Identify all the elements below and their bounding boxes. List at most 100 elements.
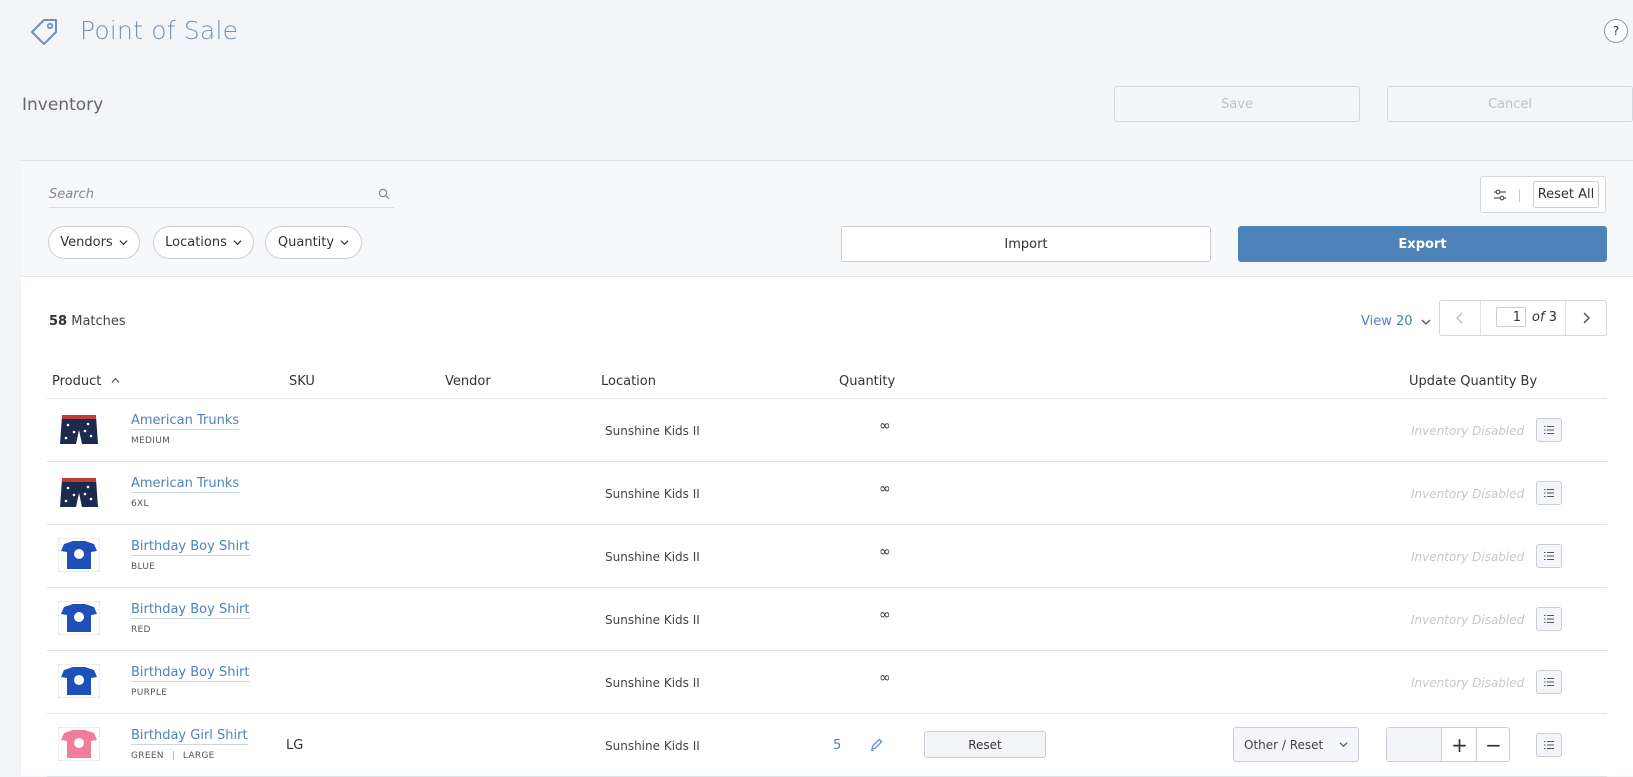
variant-color: GREEN [131, 751, 164, 761]
page-of-label: of [1532, 310, 1545, 325]
divider [1519, 189, 1520, 202]
column-header-product-label: Product [52, 374, 102, 389]
filter-tools: Reset All [1480, 176, 1606, 213]
plus-icon[interactable]: + [1443, 728, 1477, 761]
app-title: Point of Sale [80, 16, 239, 45]
row-menu-button[interactable] [1536, 544, 1562, 568]
divider [172, 751, 174, 760]
product-variant: PURPLE [131, 688, 168, 698]
pagination: of 3 [1439, 300, 1607, 336]
row-menu-button[interactable] [1536, 670, 1562, 694]
product-thumbnail [58, 538, 100, 572]
row-menu-button[interactable] [1536, 481, 1562, 505]
reset-all-button[interactable]: Reset All [1533, 181, 1599, 208]
product-thumbnail [58, 475, 100, 509]
location-value: Sunshine Kids II [605, 424, 700, 438]
sku-value: LG [286, 738, 304, 753]
previous-page-button[interactable] [1440, 301, 1481, 335]
table-row: Birthday Boy Shirt RED Sunshine Kids II ∞ In… [47, 587, 1607, 651]
product-variant: GREEN LARGE [131, 751, 215, 761]
page-number-input[interactable] [1496, 307, 1526, 327]
row-menu-button[interactable] [1536, 607, 1562, 631]
quantity-stepper: + − [1386, 727, 1510, 762]
table-row: American Trunks MEDIUM Sunshine Kids II ∞ In… [47, 398, 1607, 462]
product-thumbnail [58, 664, 100, 698]
product-name-link[interactable]: American Trunks [131, 413, 240, 430]
product-name-link[interactable]: Birthday Boy Shirt [131, 665, 250, 682]
locations-filter-label: Locations [165, 235, 227, 250]
location-value: Sunshine Kids II [605, 487, 700, 501]
product-name-link[interactable]: Birthday Girl Shirt [131, 728, 248, 745]
sliders-icon[interactable] [1493, 188, 1507, 202]
product-variant: BLUE [131, 562, 156, 572]
list-icon [1544, 426, 1554, 434]
page-total: of 3 [1532, 310, 1557, 325]
product-thumbnail [58, 412, 100, 446]
row-menu-button[interactable] [1536, 733, 1562, 757]
table-row: Birthday Boy Shirt BLUE Sunshine Kids II ∞ I… [47, 524, 1607, 588]
product-name-link[interactable]: Birthday Boy Shirt [131, 539, 250, 556]
product-name-link[interactable]: American Trunks [131, 476, 240, 493]
view-per-page-select[interactable]: View 20 [1361, 314, 1431, 329]
pencil-icon[interactable] [869, 737, 884, 752]
page-title: Inventory [22, 95, 104, 115]
sort-ascending-icon [110, 377, 120, 383]
update-mode-value: Other / Reset [1244, 737, 1324, 752]
column-header-quantity[interactable]: Quantity [839, 374, 895, 389]
list-icon [1544, 552, 1554, 560]
list-icon [1544, 615, 1554, 623]
location-value: Sunshine Kids II [605, 676, 700, 690]
quantity-infinite: ∞ [879, 670, 891, 686]
quantity-infinite: ∞ [879, 607, 891, 623]
chevron-down-icon [119, 240, 128, 246]
chevron-down-icon [233, 240, 242, 246]
column-header-product[interactable]: Product [52, 374, 120, 389]
match-count-label: Matches [71, 314, 126, 329]
variant-size: LARGE [182, 751, 215, 761]
chevron-down-icon [1339, 742, 1348, 748]
locations-filter[interactable]: Locations [153, 226, 254, 259]
search-box [49, 183, 394, 208]
column-header-sku[interactable]: SKU [289, 374, 315, 389]
quantity-filter[interactable]: Quantity [265, 226, 362, 259]
chevron-down-icon [1421, 319, 1430, 325]
inventory-disabled-label: Inventory Disabled [1411, 487, 1525, 501]
list-icon [1544, 741, 1554, 749]
column-header-vendor[interactable]: Vendor [445, 374, 491, 389]
save-button[interactable]: Save [1114, 86, 1360, 122]
table-row: Birthday Girl Shirt GREEN LARGE LG Sunshine … [47, 713, 1607, 777]
location-value: Sunshine Kids II [605, 739, 700, 753]
list-icon [1544, 678, 1554, 686]
filter-bar: Vendors Locations Quantity Reset All Imp… [21, 161, 1633, 277]
row-menu-button[interactable] [1536, 418, 1562, 442]
help-button[interactable]: ? [1604, 19, 1628, 43]
update-mode-select[interactable]: Other / Reset [1233, 727, 1359, 762]
reset-quantity-button[interactable]: Reset [924, 731, 1046, 758]
view-per-page-label: View 20 [1361, 314, 1413, 329]
location-value: Sunshine Kids II [605, 550, 700, 564]
product-name-link[interactable]: Birthday Boy Shirt [131, 602, 250, 619]
location-value: Sunshine Kids II [605, 613, 700, 627]
quantity-adjust-input[interactable] [1387, 728, 1442, 761]
minus-icon[interactable]: − [1477, 728, 1510, 761]
match-count-number: 58 [49, 314, 68, 329]
product-variant: RED [131, 625, 151, 635]
quantity-infinite: ∞ [879, 481, 891, 497]
search-icon[interactable] [378, 188, 390, 200]
product-variant: MEDIUM [131, 436, 171, 446]
cancel-button[interactable]: Cancel [1387, 86, 1633, 122]
search-input[interactable] [49, 183, 369, 206]
chevron-right-icon [1583, 312, 1590, 324]
export-button[interactable]: Export [1238, 226, 1607, 262]
column-header-location[interactable]: Location [601, 374, 656, 389]
product-thumbnail [58, 727, 100, 761]
import-button[interactable]: Import [841, 226, 1211, 262]
quantity-filter-label: Quantity [277, 235, 335, 250]
quantity-value-link[interactable]: 5 [833, 738, 841, 753]
vendors-filter[interactable]: Vendors [48, 226, 140, 259]
vendors-filter-label: Vendors [60, 235, 113, 250]
next-page-button[interactable] [1565, 301, 1606, 335]
chevron-down-icon [340, 240, 349, 246]
quantity-infinite: ∞ [879, 418, 891, 434]
product-variant: 6XL [131, 499, 149, 509]
